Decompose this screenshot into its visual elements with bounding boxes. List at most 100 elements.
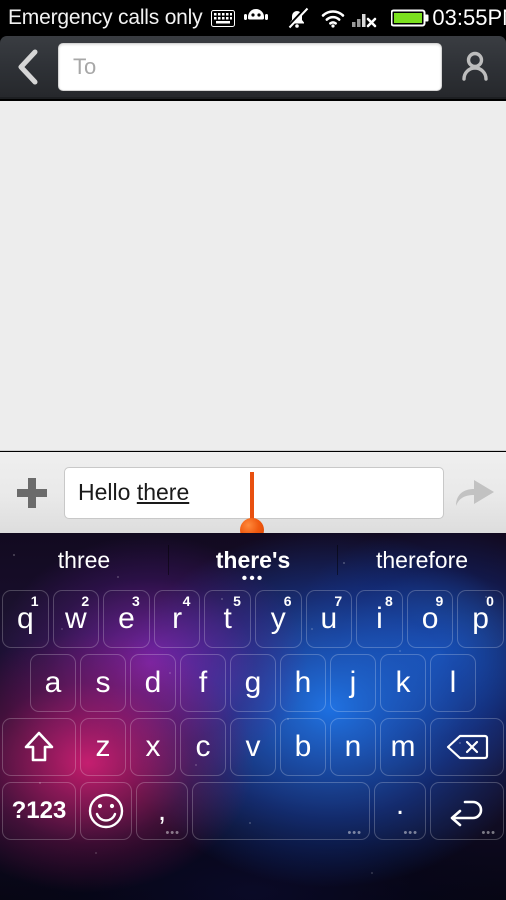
- wifi-icon: [320, 8, 346, 28]
- emoji-key[interactable]: [80, 782, 132, 840]
- row2-right-pad: [478, 651, 506, 715]
- enter-key[interactable]: •••: [430, 782, 504, 840]
- key-z[interactable]: z: [80, 718, 126, 776]
- android-robot-icon: [243, 8, 269, 28]
- key-number-hint: 6: [283, 593, 292, 609]
- key-label: s: [95, 666, 111, 699]
- key-b[interactable]: b: [280, 718, 326, 776]
- key-r[interactable]: 4r: [153, 590, 201, 648]
- back-button[interactable]: [0, 35, 58, 98]
- symbols-key[interactable]: ?123: [2, 782, 76, 840]
- send-arrow-icon: [456, 479, 494, 506]
- key-k[interactable]: k: [380, 654, 426, 712]
- suggestion-label: therefore: [375, 546, 469, 573]
- key-long-press-hint: •••: [403, 827, 418, 839]
- key-label: j: [349, 666, 357, 699]
- backspace-key[interactable]: [430, 718, 504, 776]
- send-button[interactable]: [444, 452, 506, 533]
- status-bar: Emergency calls only 03:55PM: [0, 0, 506, 36]
- enter-return-icon: [450, 800, 483, 827]
- message-thread-list[interactable]: [0, 101, 506, 451]
- key-long-press-hint: •••: [347, 827, 362, 839]
- key-label: f: [198, 666, 208, 699]
- recipient-input[interactable]: To: [58, 42, 442, 91]
- key-l[interactable]: l: [430, 654, 476, 712]
- key-a[interactable]: a: [30, 654, 76, 712]
- suggestion-item-0[interactable]: three: [0, 533, 168, 587]
- key-d[interactable]: d: [130, 654, 176, 712]
- key-g[interactable]: g: [230, 654, 276, 712]
- keyboard-row-1: 1q 2w 3e 4r 5t 6y 7u 8i 9o 0p: [0, 587, 506, 651]
- key-label: c: [195, 730, 211, 763]
- keyboard-row-3: z x c v b n m: [0, 715, 506, 779]
- shift-arrow-icon: [24, 731, 54, 762]
- key-m[interactable]: m: [380, 718, 426, 776]
- compose-bar: Hello there: [0, 452, 506, 542]
- key-label: a: [44, 666, 62, 699]
- suggestion-more-dots: •••: [241, 570, 265, 587]
- key-o[interactable]: 9o: [406, 590, 454, 648]
- action-bar: To: [0, 36, 506, 99]
- contact-picker-button[interactable]: [444, 35, 506, 98]
- key-e[interactable]: 3e: [103, 590, 150, 648]
- comma-key[interactable]: , •••: [136, 782, 188, 840]
- key-label: n: [344, 730, 362, 763]
- battery-icon: [391, 8, 429, 28]
- key-t[interactable]: 5t: [204, 590, 251, 648]
- keyboard-row-2: a s d f g h j k l: [0, 651, 506, 715]
- suggestion-item-2[interactable]: therefore: [338, 533, 506, 587]
- key-label: i: [376, 602, 383, 635]
- key-y[interactable]: 6y: [254, 590, 302, 648]
- key-s[interactable]: s: [80, 654, 126, 712]
- key-i[interactable]: 8i: [356, 590, 403, 648]
- key-label: ,: [157, 794, 167, 827]
- key-j[interactable]: j: [330, 654, 376, 712]
- space-key[interactable]: •••: [192, 782, 370, 840]
- key-number-hint: 8: [384, 593, 393, 609]
- key-h[interactable]: h: [280, 654, 326, 712]
- key-label: d: [144, 666, 162, 699]
- suggestion-item-1[interactable]: there's •••: [169, 533, 337, 587]
- phone-screen: Emergency calls only 03:55PM: [0, 0, 506, 900]
- key-label: .: [395, 788, 405, 821]
- signal-no-service-icon: [352, 8, 382, 28]
- key-label: v: [245, 730, 261, 763]
- key-label: z: [95, 730, 111, 763]
- key-f[interactable]: f: [180, 654, 226, 712]
- status-icons: [209, 7, 429, 29]
- key-label: l: [449, 666, 457, 699]
- message-input[interactable]: Hello there: [64, 466, 444, 542]
- key-u[interactable]: 7u: [305, 590, 353, 648]
- key-label: b: [294, 730, 312, 763]
- recipient-placeholder: To: [73, 53, 97, 79]
- key-label: m: [390, 730, 416, 763]
- key-label: g: [244, 666, 262, 699]
- key-c[interactable]: c: [180, 718, 226, 776]
- keyboard-rows: 1q 2w 3e 4r 5t 6y 7u 8i 9o 0p a s d f g …: [0, 587, 506, 843]
- on-screen-keyboard: three there's ••• therefore 1q 2w 3e 4r …: [0, 533, 506, 900]
- keyboard-row-4: ?123 , ••• ••• . ••• •••: [0, 779, 506, 843]
- key-label: t: [223, 602, 232, 635]
- key-p[interactable]: 0p: [457, 590, 504, 648]
- key-long-press-hint: •••: [481, 827, 496, 839]
- chevron-left-icon: [18, 49, 38, 84]
- key-x[interactable]: x: [130, 718, 176, 776]
- key-number-hint: 4: [182, 593, 191, 609]
- key-n[interactable]: n: [330, 718, 376, 776]
- key-number-hint: 5: [233, 593, 241, 609]
- key-number-hint: 3: [131, 593, 140, 609]
- key-q[interactable]: 1q: [2, 590, 49, 648]
- key-v[interactable]: v: [230, 718, 276, 776]
- key-w[interactable]: 2w: [52, 590, 100, 648]
- key-label: k: [395, 666, 411, 699]
- period-key[interactable]: . •••: [374, 782, 426, 840]
- key-label: r: [172, 602, 183, 635]
- text-caret: [250, 471, 254, 522]
- backspace-icon: [446, 734, 489, 760]
- key-label: ?123: [11, 797, 67, 824]
- carrier-label: Emergency calls only: [8, 6, 203, 29]
- shift-key[interactable]: [2, 718, 76, 776]
- mute-vibrate-icon: [285, 7, 309, 29]
- attach-button[interactable]: [0, 452, 64, 533]
- key-number-hint: 2: [81, 593, 90, 609]
